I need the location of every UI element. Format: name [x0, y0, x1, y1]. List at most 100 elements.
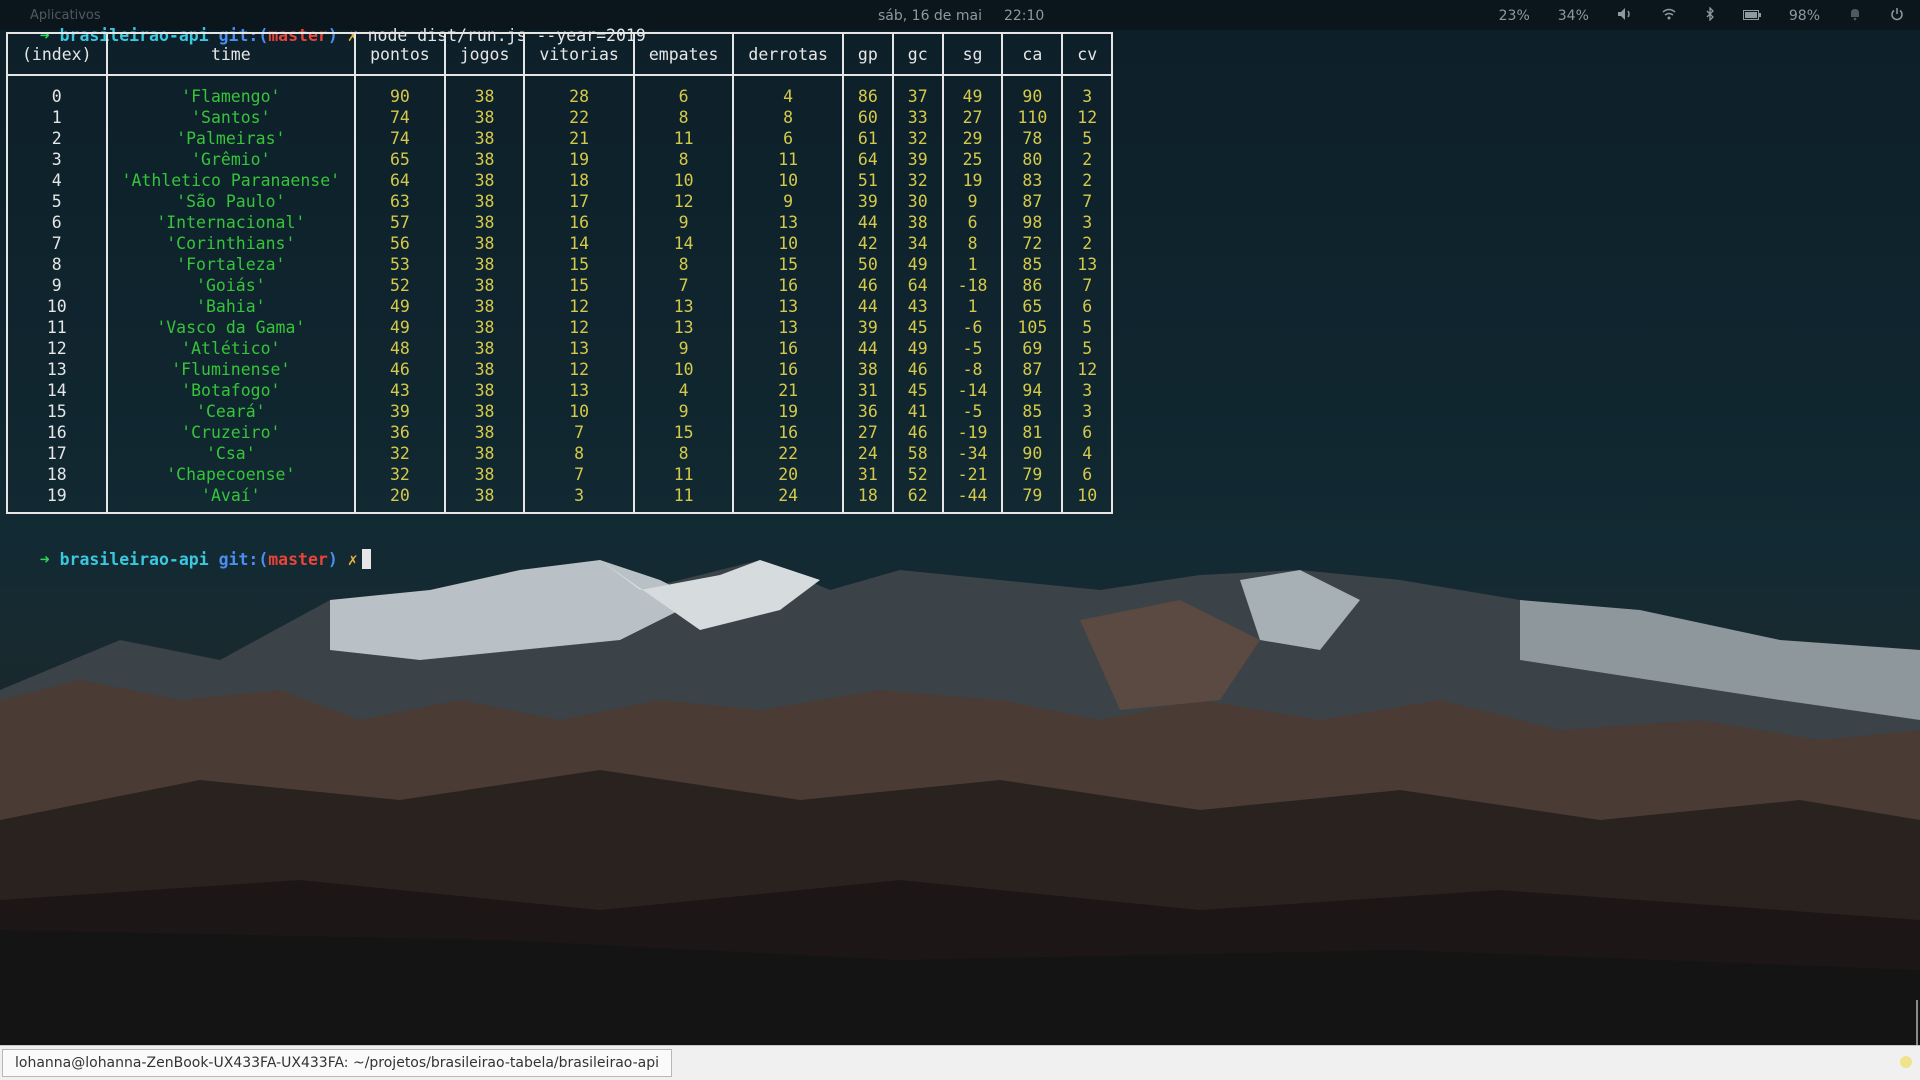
stat-cell: 21 [523, 128, 634, 149]
corner-indicator-icon[interactable] [1900, 1056, 1912, 1068]
stat-cell: 41 [891, 401, 943, 422]
prompt-dirty-mark: ✗ [347, 550, 358, 569]
notifications-icon[interactable] [1848, 7, 1862, 25]
stat-cell: 7 [1061, 191, 1113, 212]
stat-cell: 32 [354, 443, 445, 464]
row-index-cell: 5 [51, 192, 62, 211]
stat-cell: 13 [523, 338, 634, 359]
stat-cell: 44 [841, 212, 893, 233]
stat-cell: 4 [1061, 443, 1113, 464]
stat-cell: 13 [732, 296, 843, 317]
table-row: 3 'Grêmio' 65 38 19 8 11 64 39 25 80 2 [7, 149, 1113, 170]
stat-cell: 5 [1061, 317, 1113, 338]
table-spacer-row [7, 75, 1113, 86]
row-index-cell: 10 [46, 297, 67, 316]
team-name-cell: 'Bahia' [105, 296, 356, 317]
prompt-git-label: git:( [218, 550, 269, 569]
stat-cell: 11 [632, 485, 734, 513]
stat-cell: 38 [443, 296, 525, 317]
table-header-row: (index) time pontos jogos vitorias empates der… [7, 33, 1113, 76]
stat-cell: 6 [1061, 464, 1113, 485]
stat-cell: 8 [523, 443, 634, 464]
spacer-cell [632, 75, 734, 86]
stat-cell: 37 [891, 86, 943, 107]
battery-icon[interactable] [1742, 8, 1761, 24]
table-body: 0 'Flamengo' 90 38 28 6 4 86 37 49 90 3 1 'Santos' 74 3… [7, 75, 1113, 513]
terminal-window[interactable]: ➜ brasileirao-api git:(master) ✗ node di… [0, 0, 1114, 569]
stat-cell: 49 [941, 86, 1003, 107]
stat-cell: 49 [354, 317, 445, 338]
stat-cell: 2 [1061, 233, 1113, 254]
stat-cell: 12 [632, 191, 734, 212]
stat-cell: 25 [941, 149, 1003, 170]
stat-cell: 32 [891, 128, 943, 149]
stat-cell: 98 [1001, 212, 1063, 233]
stat-cell: 90 [1001, 86, 1063, 107]
stat-cell: 80 [1001, 149, 1063, 170]
stat-cell: 86 [841, 86, 893, 107]
stat-cell: 6 [941, 212, 1003, 233]
stat-cell: 13 [732, 317, 843, 338]
stat-cell: 3 [1061, 86, 1113, 107]
stat-cell: 6 [1061, 296, 1113, 317]
cpu-indicator[interactable]: 23% [1499, 8, 1530, 24]
stat-cell: 22 [732, 443, 843, 464]
stat-cell: 110 [1001, 107, 1063, 128]
team-name-cell: 'Atlético' [105, 338, 356, 359]
stat-cell: 13 [632, 296, 734, 317]
stat-cell: 12 [523, 359, 634, 380]
stat-cell: 38 [443, 254, 525, 275]
stat-cell: 38 [443, 233, 525, 254]
spacer-cell [1061, 75, 1113, 86]
stat-cell: 10 [732, 233, 843, 254]
stat-cell: 85 [1001, 401, 1063, 422]
bluetooth-icon[interactable] [1705, 6, 1715, 25]
column-header: empates [632, 33, 734, 76]
stat-cell: 90 [354, 86, 445, 107]
team-name-cell: 'Santos' [105, 107, 356, 128]
stat-cell: 8 [732, 107, 843, 128]
table-row: 1 'Santos' 74 38 22 8 8 60 33 27 110 12 [7, 107, 1113, 128]
battery-percentage: 98% [1788, 8, 1820, 24]
team-name-cell: 'Avaí' [105, 485, 356, 513]
stat-cell: 16 [732, 422, 843, 443]
stat-cell: 78 [1001, 128, 1063, 149]
stat-cell: 65 [354, 149, 445, 170]
wifi-icon[interactable] [1661, 7, 1677, 25]
stat-cell: 7 [632, 275, 734, 296]
stat-cell: 49 [354, 296, 445, 317]
scrollbar[interactable] [1916, 1000, 1918, 1045]
stat-cell: 69 [1001, 338, 1063, 359]
stat-cell: 31 [841, 464, 893, 485]
row-index-cell: 14 [46, 381, 67, 400]
stat-cell: 39 [354, 401, 445, 422]
stat-cell: 7 [1061, 275, 1113, 296]
spacer-cell [732, 75, 843, 86]
team-name-cell: 'Ceará' [105, 401, 356, 422]
stat-cell: 63 [354, 191, 445, 212]
stat-cell: 44 [841, 338, 893, 359]
table-row: 2 'Palmeiras' 74 38 21 11 6 61 32 29 78 5 [7, 128, 1113, 149]
stat-cell: 44 [841, 296, 893, 317]
stat-cell: 94 [1001, 380, 1063, 401]
volume-icon[interactable] [1617, 7, 1633, 25]
power-icon[interactable] [1890, 7, 1904, 25]
memory-indicator[interactable]: 34% [1558, 8, 1589, 24]
column-header: derrotas [732, 33, 843, 76]
stat-cell: 38 [443, 485, 525, 513]
stat-cell: 32 [891, 170, 943, 191]
stat-cell: 7 [523, 422, 634, 443]
stat-cell: 39 [891, 149, 943, 170]
column-header: jogos [443, 33, 525, 76]
stat-cell: 3 [523, 485, 634, 513]
stat-cell: 87 [1001, 359, 1063, 380]
stat-cell: 43 [354, 380, 445, 401]
panel-time: 22:10 [1003, 8, 1045, 24]
stat-cell: 29 [941, 128, 1003, 149]
stat-cell: 49 [891, 338, 943, 359]
spacer-cell [105, 75, 356, 86]
panel-clock[interactable]: sáb, 16 de mai 22:10 [878, 8, 1066, 24]
taskbar-terminal-window[interactable]: lohanna@lohanna-ZenBook-UX433FA-UX433FA:… [2, 1049, 673, 1077]
stat-cell: 8 [632, 443, 734, 464]
current-prompt[interactable]: ➜ brasileirao-api git:(master) ✗ [0, 524, 371, 569]
